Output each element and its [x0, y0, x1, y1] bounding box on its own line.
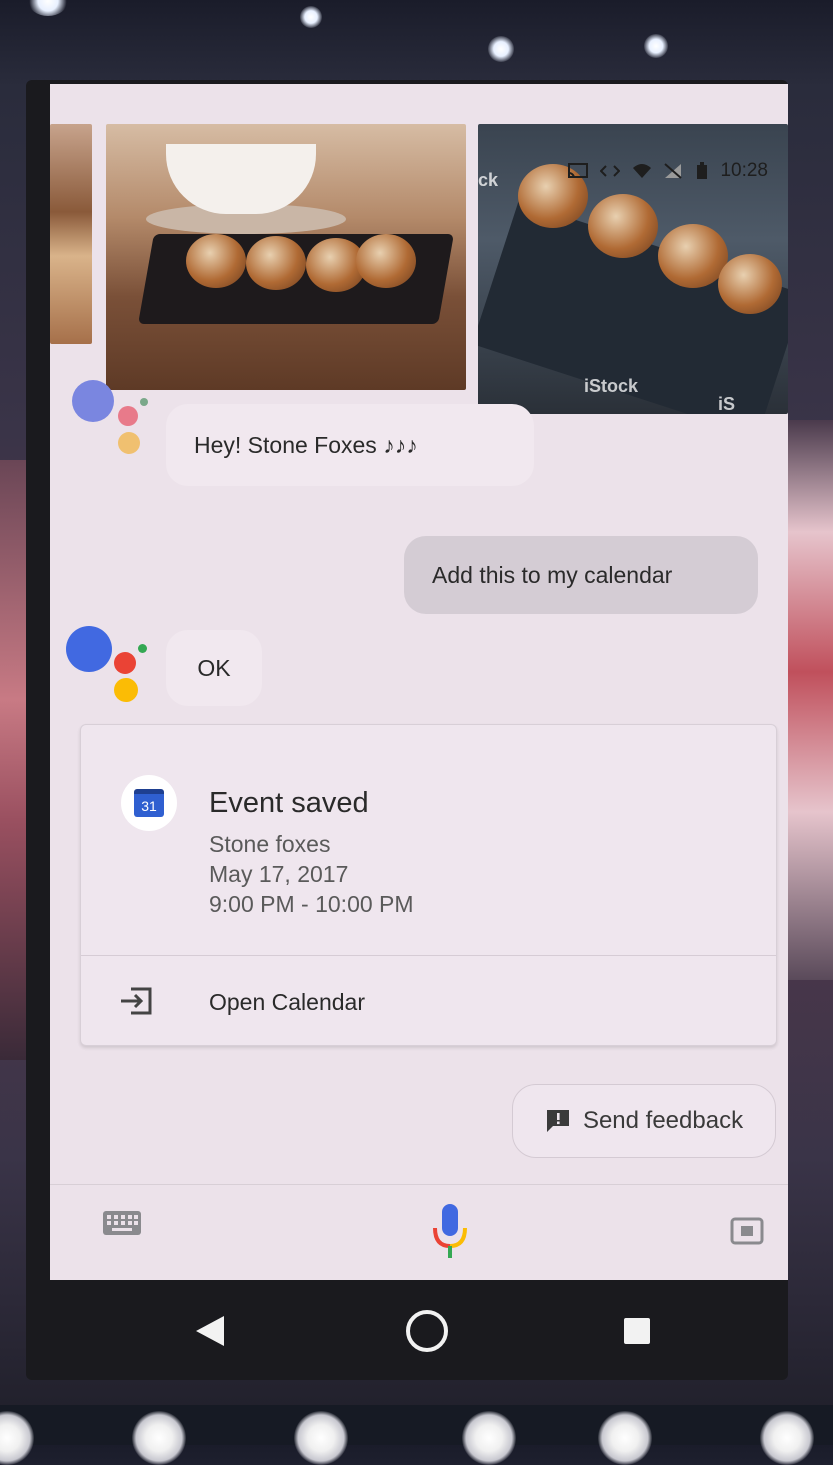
recents-icon[interactable]	[624, 1318, 650, 1344]
lens-icon[interactable]	[730, 1216, 764, 1246]
event-date: May 17, 2017	[209, 861, 349, 887]
takoyaki-image	[186, 234, 246, 288]
event-name: Stone foxes	[209, 831, 331, 857]
input-bar-divider	[50, 1184, 788, 1185]
assistant-blue-dot	[66, 626, 112, 672]
image-result[interactable]	[50, 124, 92, 344]
assistant-reply-text: OK	[197, 654, 231, 681]
stage-light	[462, 1411, 516, 1465]
calendar-app-icon: 31	[121, 775, 177, 831]
side-glow-right	[783, 420, 833, 980]
calendar-icon: 31	[134, 789, 164, 817]
takoyaki-image	[588, 194, 658, 258]
stage-light	[132, 1411, 186, 1465]
stage-light	[488, 36, 514, 62]
assistant-red-dot	[118, 406, 138, 426]
back-icon[interactable]	[194, 1314, 226, 1348]
watermark-text: iStock	[584, 376, 639, 396]
open-calendar-action[interactable]: Open Calendar	[81, 956, 776, 1045]
assistant-greeting-text: Hey! Stone Foxes ♪♪♪	[194, 431, 418, 458]
assistant-avatar	[72, 380, 152, 460]
assistant-screen: ck iStock iS 10:28 Hey! Stone Foxes ♪♪♪	[50, 84, 788, 1280]
status-time: 10:28	[720, 160, 768, 181]
event-saved-card: 31 Event saved Stone foxes May 17, 2017 …	[80, 724, 777, 1046]
watermark-text: ck	[478, 170, 499, 190]
user-message-bubble: Add this to my calendar	[404, 536, 758, 614]
assistant-green-dot	[140, 398, 148, 406]
assistant-message-bubble: Hey! Stone Foxes ♪♪♪	[166, 404, 534, 486]
assistant-yellow-dot	[114, 678, 138, 702]
home-icon[interactable]	[406, 1310, 448, 1352]
watermark-text: iS	[718, 394, 736, 414]
assistant-red-dot	[114, 652, 136, 674]
system-navigation-bar	[26, 1284, 788, 1380]
assistant-reply-bubble: OK	[166, 630, 262, 706]
microphone-icon[interactable]	[430, 1202, 470, 1262]
wifi-icon	[633, 164, 652, 178]
calendar-icon-day: 31	[141, 797, 157, 814]
assistant-yellow-dot	[118, 432, 140, 454]
assistant-green-dot	[138, 644, 147, 653]
assistant-blue-dot	[72, 380, 114, 422]
takoyaki-image	[246, 236, 306, 290]
side-glow-left	[0, 460, 28, 1060]
feedback-icon	[546, 1110, 569, 1132]
stage-light	[300, 6, 322, 28]
send-feedback-button[interactable]: Send feedback	[512, 1084, 776, 1158]
signal-icon	[664, 163, 683, 179]
battery-icon	[697, 162, 708, 179]
cup-image	[166, 144, 316, 214]
vpn-code-icon	[600, 165, 621, 177]
event-card-title: Event saved	[209, 787, 369, 819]
stage-light	[28, 0, 68, 16]
assistant-avatar	[66, 626, 147, 706]
stage-lights-bottom	[0, 1405, 833, 1465]
stage-light	[294, 1411, 348, 1465]
takoyaki-image	[356, 234, 416, 288]
user-message-text: Add this to my calendar	[432, 561, 673, 588]
event-time: 9:00 PM - 10:00 PM	[209, 891, 414, 917]
open-calendar-label: Open Calendar	[209, 989, 365, 1015]
stage-light	[0, 1411, 34, 1465]
image-result[interactable]	[106, 124, 466, 390]
status-bar: 10:28	[568, 156, 768, 186]
stage-light	[760, 1411, 814, 1465]
stage-light	[598, 1411, 652, 1465]
open-in-app-icon	[121, 987, 152, 1015]
cast-icon	[568, 163, 589, 179]
takoyaki-image	[718, 254, 782, 314]
stage-light	[644, 34, 668, 58]
phone-device: ck iStock iS 10:28 Hey! Stone Foxes ♪♪♪	[26, 80, 788, 1380]
send-feedback-label: Send feedback	[582, 1107, 744, 1134]
keyboard-icon[interactable]	[102, 1210, 142, 1236]
